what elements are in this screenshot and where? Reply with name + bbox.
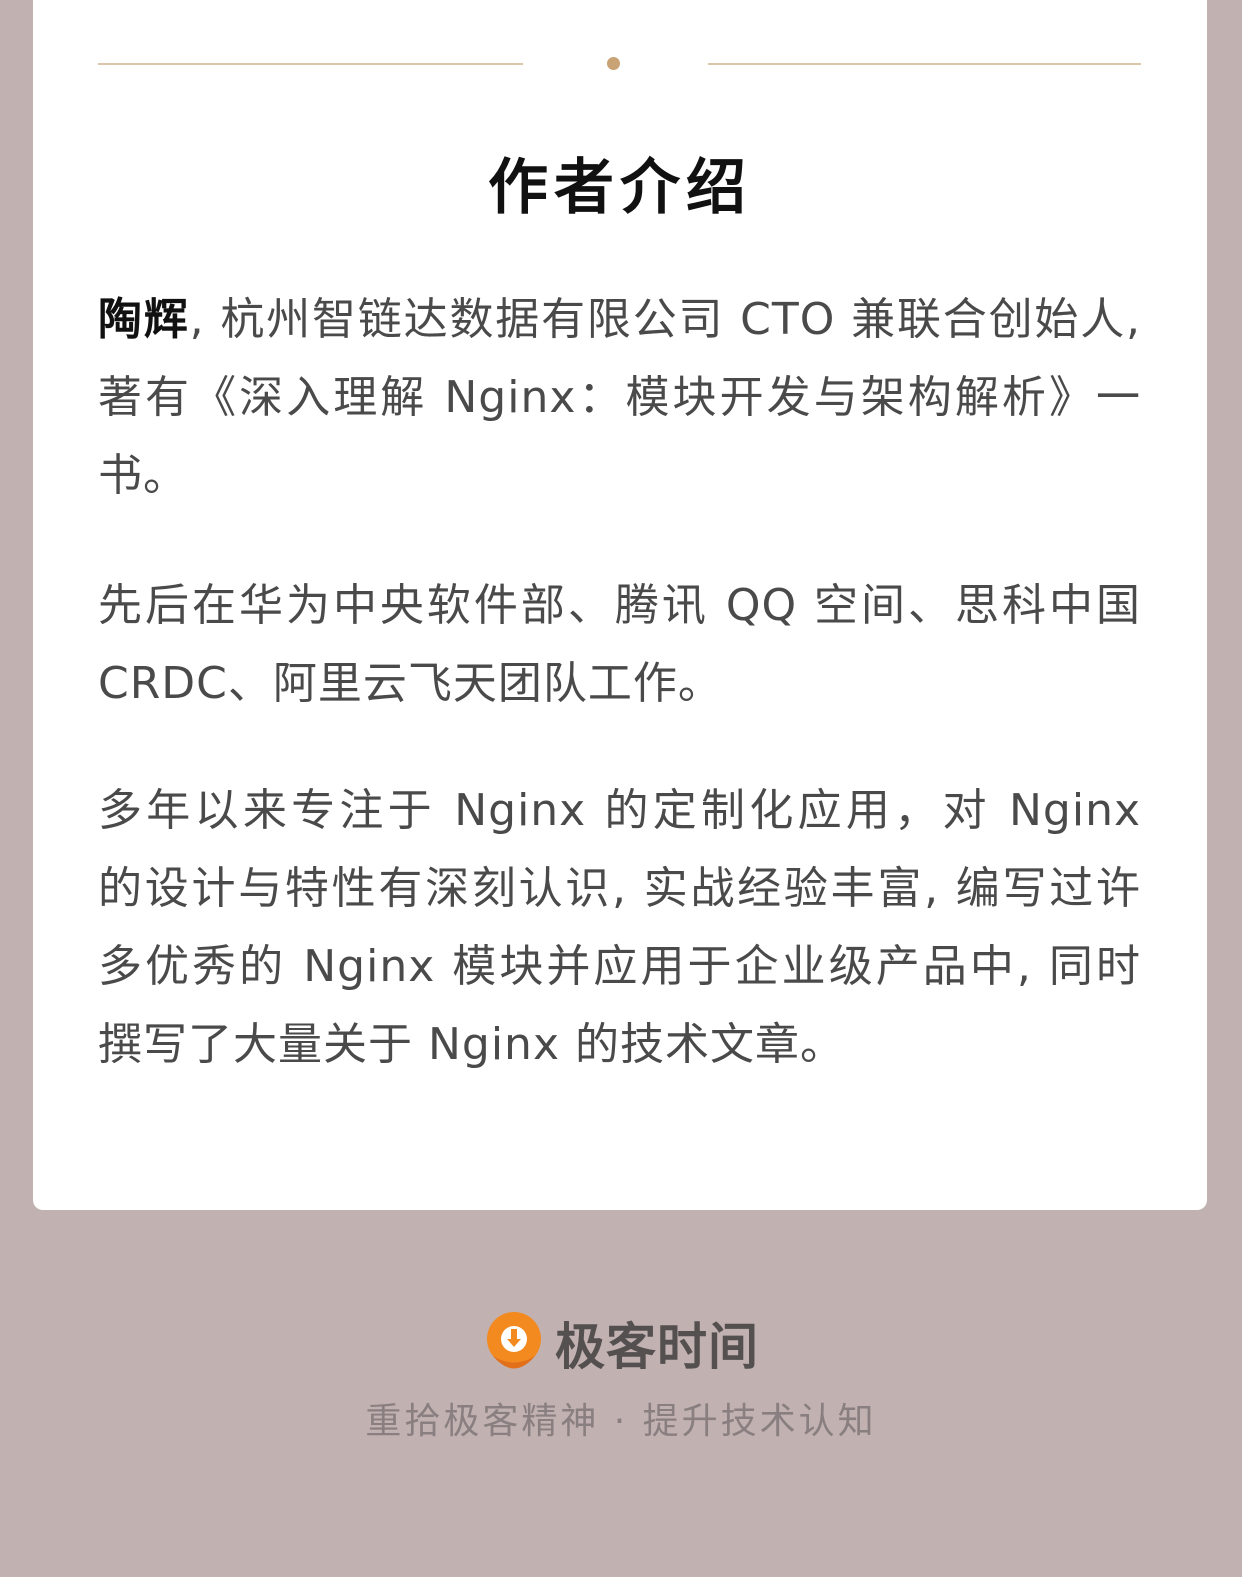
divider-dot [607, 57, 620, 70]
geektime-logo-icon [483, 1309, 545, 1377]
brand-name: 极客时间 [555, 1318, 759, 1376]
bio-intro-text: , 杭州智链达数据有限公司 CTO 兼联合创始人, 著有《深入理解 Nginx：… [98, 294, 1141, 501]
author-name: 陶辉 [98, 294, 190, 345]
footer: 极客时间 重拾极客精神 · 提升技术认知 [0, 1210, 1242, 1577]
divider-line-right [708, 63, 1141, 65]
section-title: 作者介绍 [488, 153, 752, 223]
bio-career-paragraph: 先后在华为中央软件部、腾讯 QQ 空间、思科中国 CRDC、阿里云飞天团队工作。 [98, 580, 1141, 709]
author-card: 作者介绍 陶辉, 杭州智链达数据有限公司 CTO 兼联合创始人, 著有《深入理解… [33, 0, 1207, 1210]
bio-expertise-paragraph: 多年以来专注于 Nginx 的定制化应用，对 Nginx 的设计与特性有深刻认识… [98, 785, 1141, 1070]
slogan: 重拾极客精神 · 提升技术认知 [365, 1401, 877, 1442]
brand: 极客时间 [0, 1308, 1242, 1378]
section-divider [98, 57, 1141, 70]
bio-intro-paragraph: 陶辉, 杭州智链达数据有限公司 CTO 兼联合创始人, 著有《深入理解 Ngin… [98, 281, 1141, 515]
divider-line-left [98, 63, 523, 65]
